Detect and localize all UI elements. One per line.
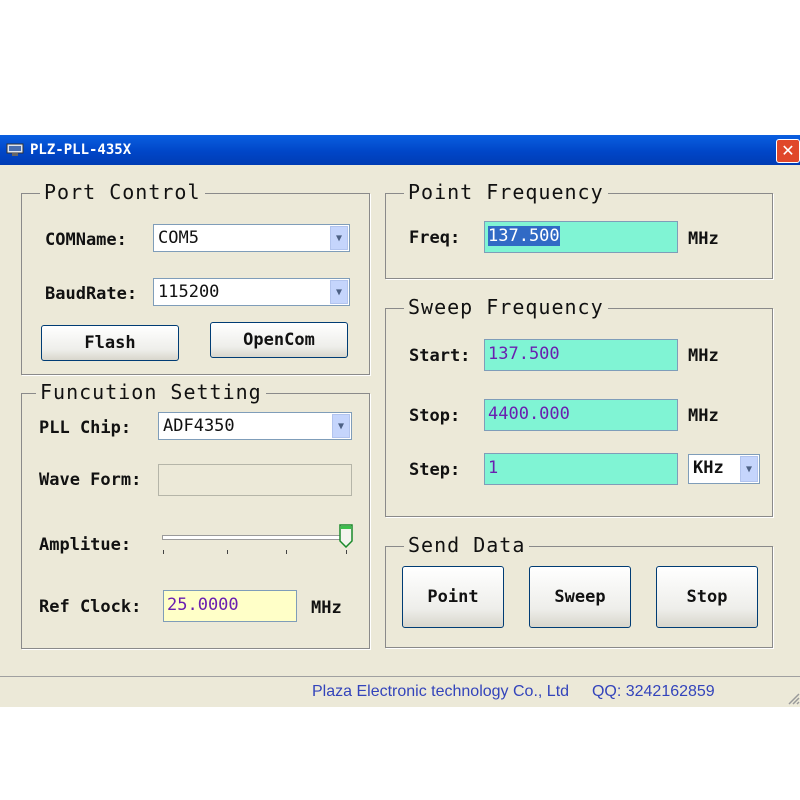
title-bar[interactable]: PLZ-PLL-435X ✕	[0, 135, 800, 165]
slider-tick	[227, 550, 228, 554]
ref-clock-unit: MHz	[311, 598, 342, 618]
chevron-down-icon[interactable]: ▼	[330, 280, 348, 304]
resize-grip-icon[interactable]	[786, 691, 800, 705]
slider-thumb[interactable]	[339, 524, 353, 548]
step-input[interactable]: 1	[484, 453, 678, 485]
close-button[interactable]: ✕	[776, 139, 800, 163]
pll-chip-select[interactable]: ADF4350 ▼	[158, 412, 352, 440]
start-frequency-input[interactable]: 137.500	[484, 339, 678, 371]
start-label: Start:	[409, 346, 471, 366]
sweep-frequency-legend: Sweep Frequency	[404, 295, 608, 319]
baud-rate-select[interactable]: 115200 ▼	[153, 278, 350, 306]
flash-button[interactable]: Flash	[41, 325, 179, 361]
slider-tick	[163, 550, 164, 554]
freq-value-selected: 137.500	[488, 226, 560, 246]
com-port-value: COM5	[158, 228, 199, 248]
status-bar: Plaza Electronic technology Co., Ltd QQ:…	[0, 676, 800, 707]
stop-unit: MHz	[688, 406, 719, 426]
freq-unit: MHz	[688, 229, 719, 249]
wave-form-field	[158, 464, 352, 496]
point-button[interactable]: Point	[402, 566, 504, 628]
wave-form-label: Wave Form:	[39, 470, 142, 490]
ref-clock-label: Ref Clock:	[39, 597, 142, 617]
point-frequency-group: Point Frequency Freq: 137.500 MHz	[385, 180, 773, 279]
app-icon	[6, 143, 24, 156]
freq-label: Freq:	[409, 228, 461, 248]
sweep-button[interactable]: Sweep	[529, 566, 631, 628]
ref-clock-input[interactable]: 25.0000	[163, 590, 297, 622]
pll-chip-label: PLL Chip:	[39, 418, 132, 438]
company-text: Plaza Electronic technology Co., Ltd QQ:…	[312, 683, 715, 701]
sweep-frequency-group: Sweep Frequency Start: 137.500 MHz Stop:…	[385, 295, 773, 517]
pll-chip-value: ADF4350	[163, 416, 235, 436]
port-control-legend: Port Control	[40, 180, 205, 204]
send-data-legend: Send Data	[404, 533, 530, 557]
start-unit: MHz	[688, 346, 719, 366]
slider-tick	[286, 550, 287, 554]
baud-rate-value: 115200	[158, 282, 220, 302]
chevron-down-icon[interactable]: ▼	[332, 414, 350, 438]
port-control-group: Port Control COMName: COM5 ▼ BaudRate: 1…	[21, 180, 370, 375]
step-unit-value: KHz	[693, 458, 724, 478]
point-frequency-legend: Point Frequency	[404, 180, 608, 204]
com-port-select[interactable]: COM5 ▼	[153, 224, 350, 252]
window-title: PLZ-PLL-435X	[30, 142, 132, 158]
stop-label: Stop:	[409, 406, 461, 426]
step-unit-select[interactable]: KHz ▼	[688, 454, 760, 484]
stop-frequency-input[interactable]: 4400.000	[484, 399, 678, 431]
send-data-group: Send Data Point Sweep Stop	[385, 533, 773, 648]
company-name: Plaza Electronic technology Co., Ltd	[312, 683, 570, 700]
slider-track	[162, 535, 348, 540]
step-label: Step:	[409, 460, 461, 480]
baud-rate-label: BaudRate:	[45, 284, 138, 304]
function-setting-group: Funcution Setting PLL Chip: ADF4350 ▼ Wa…	[21, 380, 370, 649]
freq-input[interactable]: 137.500	[484, 221, 678, 253]
slider-tick	[346, 550, 347, 554]
chevron-down-icon[interactable]: ▼	[740, 456, 758, 482]
stop-button[interactable]: Stop	[656, 566, 758, 628]
chevron-down-icon[interactable]: ▼	[330, 226, 348, 250]
amplitude-label: Amplitue:	[39, 535, 132, 555]
app-window: PLZ-PLL-435X ✕ Port Control COMName: COM…	[0, 135, 800, 707]
com-name-label: COMName:	[45, 230, 127, 250]
function-setting-legend: Funcution Setting	[36, 380, 266, 404]
amplitude-slider[interactable]	[160, 524, 353, 556]
open-com-button[interactable]: OpenCom	[210, 322, 348, 358]
qq-contact: QQ: 3242162859	[591, 683, 715, 700]
